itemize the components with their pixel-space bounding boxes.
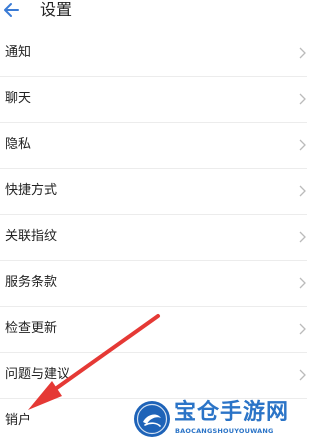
watermark-title: 宝仓手游网 <box>174 400 290 425</box>
chevron-right-icon <box>299 369 306 381</box>
settings-item-label: 通知 <box>5 45 32 60</box>
settings-item-label: 问题与建议 <box>5 367 71 382</box>
watermark: 宝仓手游网 BAOCANGSHOUYOUWANG <box>130 396 307 444</box>
settings-item-fingerprint[interactable]: 关联指纹 <box>0 215 307 261</box>
settings-item-label: 检查更新 <box>5 321 58 336</box>
watermark-logo-icon <box>134 401 170 437</box>
settings-list: 通知 聊天 隐私 快捷方式 关联指纹 服务条款 检查更新 问题与建议 销户 <box>0 31 307 445</box>
page-title: 设置 <box>40 0 73 19</box>
settings-item-label: 隐私 <box>5 137 32 152</box>
settings-item-terms[interactable]: 服务条款 <box>0 261 307 307</box>
settings-item-chat[interactable]: 聊天 <box>0 77 307 123</box>
chevron-right-icon <box>299 231 306 243</box>
back-arrow-icon[interactable] <box>2 0 26 24</box>
settings-item-privacy[interactable]: 隐私 <box>0 123 307 169</box>
settings-item-notifications[interactable]: 通知 <box>0 31 307 77</box>
settings-item-feedback[interactable]: 问题与建议 <box>0 353 307 399</box>
settings-item-check-update[interactable]: 检查更新 <box>0 307 307 353</box>
settings-item-label: 关联指纹 <box>5 229 58 244</box>
chevron-right-icon <box>299 323 306 335</box>
settings-item-label: 服务条款 <box>5 275 58 290</box>
watermark-subtitle: BAOCANGSHOUYOUWANG <box>175 427 274 435</box>
settings-item-shortcuts[interactable]: 快捷方式 <box>0 169 307 215</box>
chevron-right-icon <box>299 47 306 59</box>
top-bar: 设置 <box>0 0 307 28</box>
settings-item-label: 快捷方式 <box>5 183 58 198</box>
chevron-right-icon <box>299 93 306 105</box>
settings-item-label: 聊天 <box>5 91 32 106</box>
settings-item-label: 销户 <box>5 413 32 428</box>
chevron-right-icon <box>299 277 306 289</box>
chevron-right-icon <box>299 139 306 151</box>
chevron-right-icon <box>299 185 306 197</box>
